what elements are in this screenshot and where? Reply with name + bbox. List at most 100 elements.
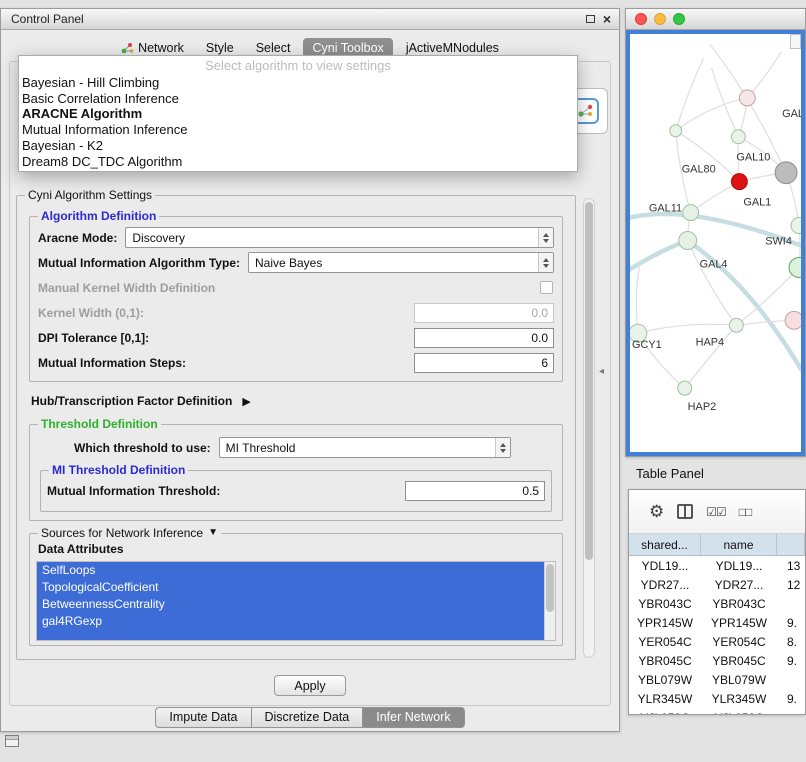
- table-row[interactable]: YBR045CYBR045C9.: [629, 651, 805, 670]
- network-node[interactable]: [679, 232, 697, 250]
- table-row[interactable]: YDL19...YDL19...13: [629, 556, 805, 575]
- network-node-label: GCY1: [632, 339, 662, 351]
- which-threshold-select[interactable]: MI Threshold: [219, 437, 511, 458]
- tab-label: Style: [206, 41, 234, 55]
- list-scrollbar[interactable]: [544, 562, 555, 640]
- tab-impute-data[interactable]: Impute Data: [155, 707, 251, 728]
- restore-window-icon[interactable]: [586, 15, 595, 23]
- table-row[interactable]: YJL052CYJL052C: [629, 708, 805, 715]
- network-window-titlebar[interactable]: [626, 9, 805, 30]
- table-row[interactable]: YER054CYER054C8.: [629, 632, 805, 651]
- scrollbar-thumb[interactable]: [585, 202, 593, 560]
- network-node-label: GAL1: [743, 197, 771, 209]
- tab-infer-network[interactable]: Infer Network: [363, 707, 464, 728]
- chevron-down-icon[interactable]: ▼: [208, 526, 218, 540]
- network-node[interactable]: [683, 205, 699, 221]
- dpi-tolerance-input[interactable]: [414, 328, 554, 348]
- network-edge: [747, 52, 781, 98]
- popup-placeholder: Select algorithm to view settings: [19, 57, 577, 75]
- network-node[interactable]: [791, 218, 801, 234]
- chevron-right-icon[interactable]: ▶: [242, 395, 250, 408]
- tab-label: jActiveMNodules: [406, 41, 499, 55]
- network-edge: [630, 241, 688, 270]
- network-node[interactable]: [789, 257, 801, 277]
- which-threshold-row: Which threshold to use: MI Threshold: [38, 435, 554, 460]
- network-node[interactable]: [775, 162, 797, 184]
- combo-value: Discovery: [132, 231, 538, 245]
- manual-kernel-row: Manual Kernel Width Definition: [38, 275, 554, 300]
- network-node[interactable]: [731, 174, 747, 190]
- table-toolbar: ⚙ ☑☑ □□: [629, 490, 805, 534]
- minimized-panel-icon[interactable]: [5, 735, 19, 747]
- network-node[interactable]: [739, 90, 755, 106]
- data-attributes-list[interactable]: SelfLoopsTopologicalCoefficientBetweenne…: [36, 561, 556, 641]
- mi-type-select[interactable]: Naive Bayes: [248, 252, 554, 273]
- minimize-traffic-icon[interactable]: [654, 13, 666, 25]
- close-traffic-icon[interactable]: [635, 13, 647, 25]
- tab-label: Network: [138, 41, 184, 55]
- aracne-mode-label: Aracne Mode:: [38, 231, 117, 245]
- table-row[interactable]: YDR27...YDR27...12: [629, 575, 805, 594]
- data-attribute-item[interactable]: SelfLoops: [37, 562, 544, 579]
- network-node[interactable]: [678, 381, 692, 395]
- deselect-all-icon[interactable]: □□: [739, 505, 752, 519]
- hub-definition-toggle[interactable]: Hub/Transcription Factor Definition ▶: [31, 388, 561, 414]
- table-cell: YDR27...: [629, 575, 701, 594]
- algorithm-option[interactable]: Dream8 DC_TDC Algorithm: [19, 154, 577, 170]
- dpi-tolerance-label: DPI Tolerance [0,1]:: [38, 331, 149, 345]
- column-header-name[interactable]: name: [701, 534, 777, 555]
- canvas-scroll-corner[interactable]: [790, 34, 801, 49]
- kernel-width-input[interactable]: [414, 303, 554, 323]
- column-header-shared-name[interactable]: shared...: [629, 534, 701, 555]
- algorithm-option[interactable]: Bayesian - Hill Climbing: [19, 75, 577, 91]
- gear-icon[interactable]: ⚙: [649, 502, 664, 522]
- group-legend: MI Threshold Definition: [49, 463, 188, 477]
- algorithm-dropdown-popup: Select algorithm to view settings Bayesi…: [18, 55, 578, 172]
- algorithm-option[interactable]: Mutual Information Inference: [19, 122, 577, 138]
- group-legend: Algorithm Definition: [38, 209, 159, 223]
- settings-scrollbar[interactable]: [583, 198, 595, 658]
- stepper-icon: [538, 228, 553, 247]
- data-attribute-item[interactable]: TopologicalCoefficient: [37, 579, 544, 596]
- table-row[interactable]: YPR145WYPR145W9.: [629, 613, 805, 632]
- table-cell: 8.: [777, 632, 805, 651]
- control-panel-titlebar[interactable]: Control Panel ×: [1, 9, 619, 30]
- traffic-lights: [635, 13, 685, 25]
- network-node[interactable]: [785, 311, 801, 329]
- table-row[interactable]: YLR345WYLR345W9.: [629, 689, 805, 708]
- close-window-icon[interactable]: ×: [603, 12, 611, 26]
- data-attribute-item[interactable]: BetweennessCentrality: [37, 596, 544, 613]
- mi-threshold-input[interactable]: [405, 481, 545, 501]
- data-attribute-item-partial[interactable]: [37, 630, 544, 641]
- columns-icon[interactable]: [677, 504, 693, 519]
- table-row[interactable]: YBR043CYBR043C: [629, 594, 805, 613]
- network-canvas[interactable]: GAL80GAL10GALGAL11GAL1SWI4GAL4GCY1HAP4HA…: [630, 34, 801, 452]
- combo-value: MI Threshold: [226, 441, 495, 455]
- select-all-icon[interactable]: ☑☑: [706, 505, 726, 519]
- table-row[interactable]: YBL079WYBL079W: [629, 670, 805, 689]
- tab-discretize-data[interactable]: Discretize Data: [252, 707, 364, 728]
- algorithm-option[interactable]: Bayesian - K2: [19, 138, 577, 154]
- manual-kernel-checkbox[interactable]: [540, 281, 553, 294]
- algorithm-popup-list: Bayesian - Hill ClimbingBasic Correlatio…: [19, 75, 577, 169]
- table-cell: [777, 708, 805, 715]
- algorithm-option[interactable]: Basic Correlation Inference: [19, 91, 577, 107]
- panel-collapse-arrow[interactable]: ◂: [599, 366, 604, 377]
- kernel-width-row: Kernel Width (0,1):: [38, 300, 554, 325]
- apply-button[interactable]: Apply: [274, 675, 346, 696]
- data-attribute-item[interactable]: gal4RGexp: [37, 613, 544, 630]
- table-cell: YJL052C: [629, 708, 701, 715]
- mi-steps-label: Mutual Information Steps:: [38, 356, 186, 370]
- zoom-traffic-icon[interactable]: [673, 13, 685, 25]
- network-node[interactable]: [731, 130, 745, 144]
- algorithm-option[interactable]: ARACNE Algorithm: [19, 106, 577, 122]
- network-node[interactable]: [729, 318, 743, 332]
- column-header-clipped[interactable]: [777, 534, 805, 555]
- mi-steps-input[interactable]: [414, 353, 554, 373]
- network-view-window: GAL80GAL10GALGAL11GAL1SWI4GAL4GCY1HAP4HA…: [625, 8, 806, 457]
- table-panel-window: ⚙ ☑☑ □□ shared... name YDL19...YDL19...1…: [628, 489, 806, 715]
- scrollbar-thumb[interactable]: [546, 564, 554, 612]
- network-node[interactable]: [670, 125, 682, 137]
- table-cell: YPR145W: [629, 613, 701, 632]
- aracne-mode-select[interactable]: Discovery: [125, 227, 554, 248]
